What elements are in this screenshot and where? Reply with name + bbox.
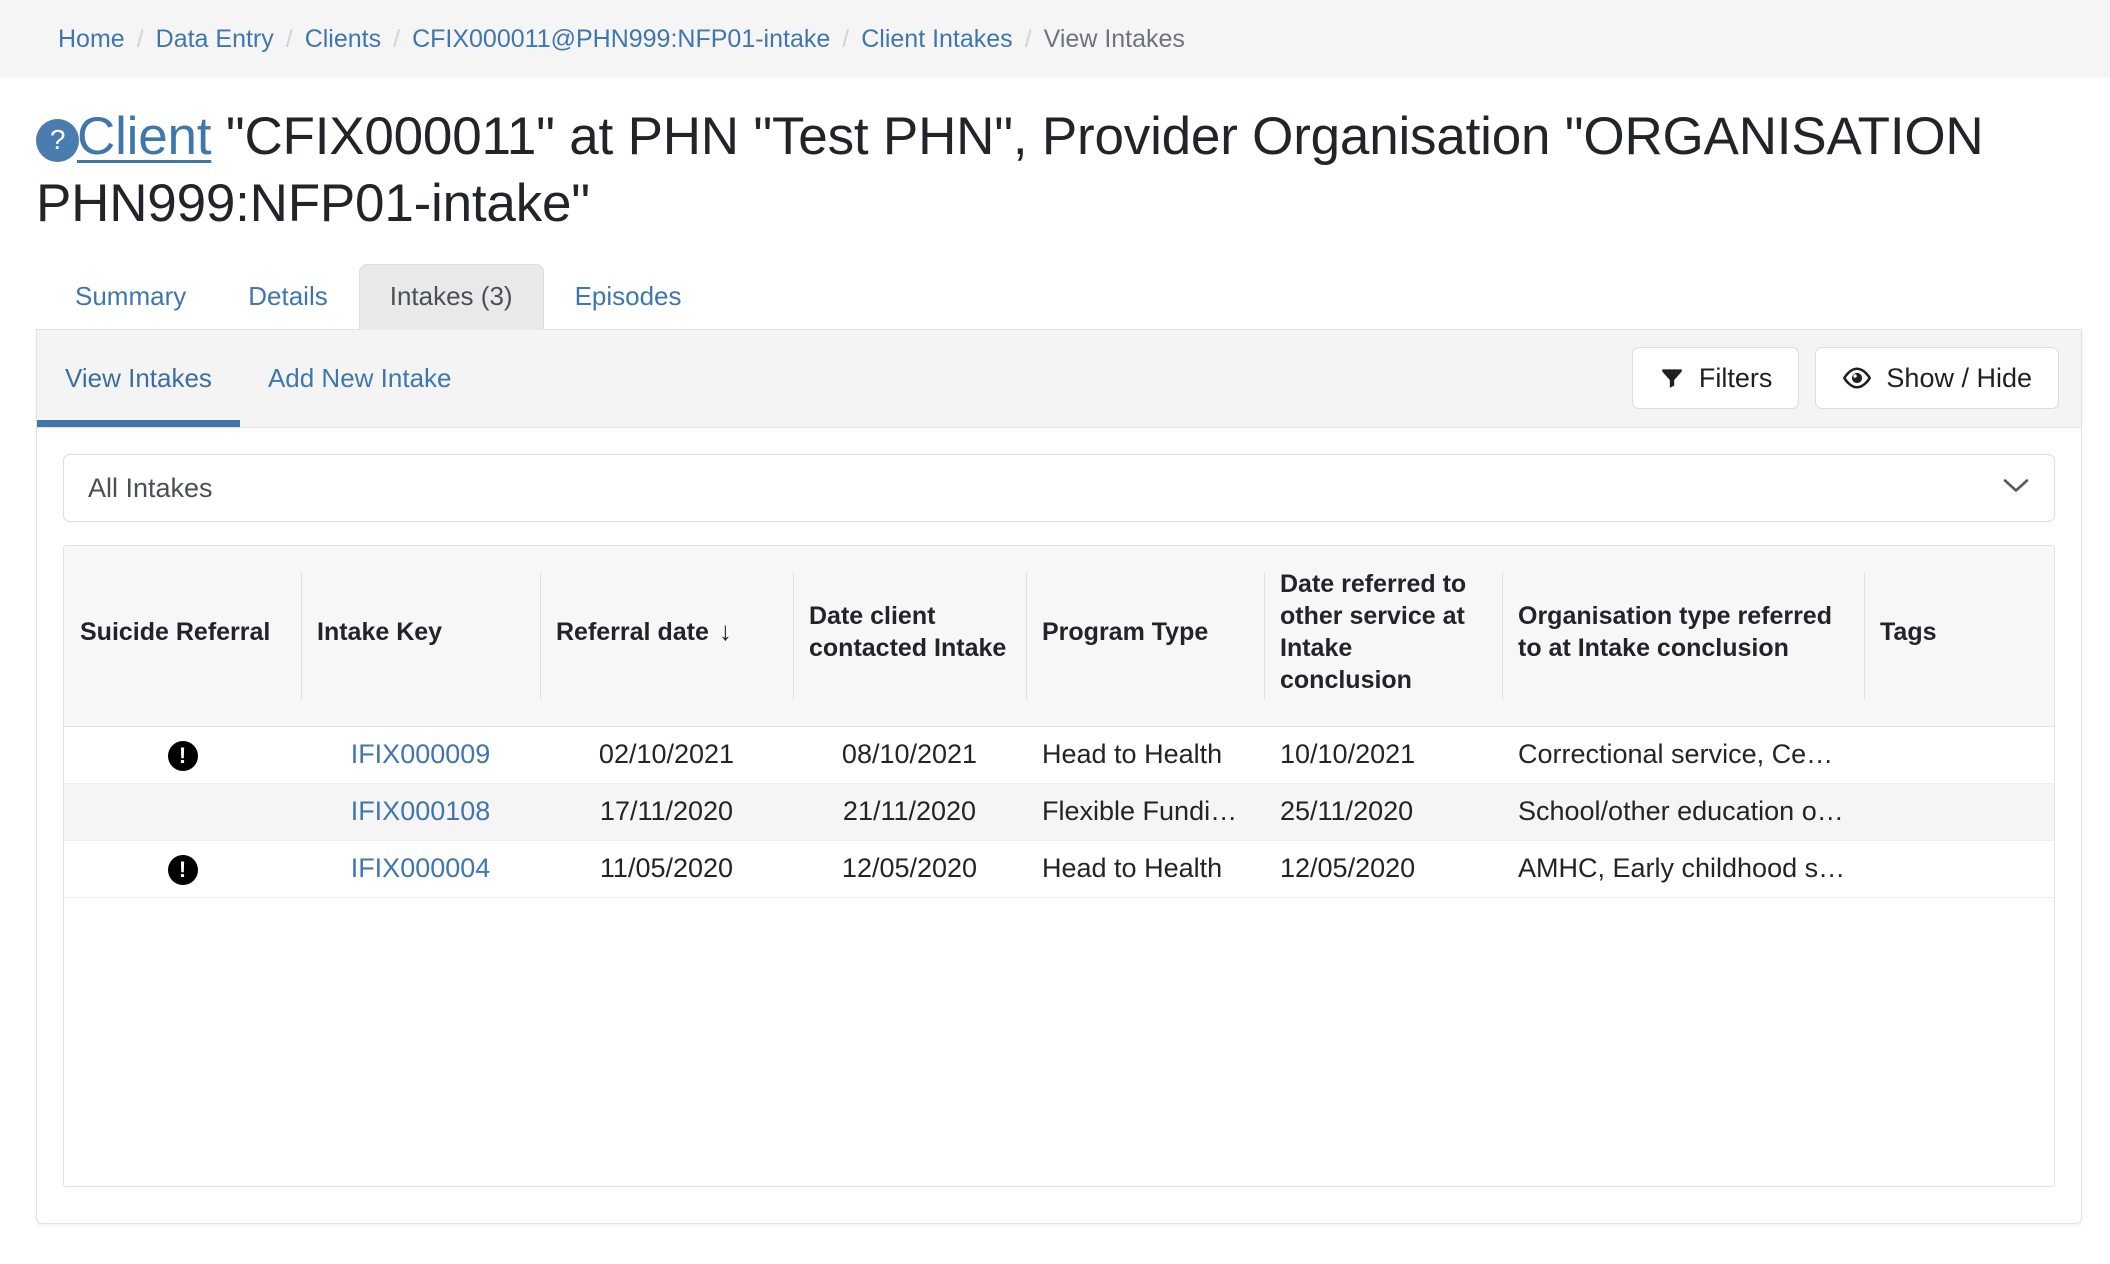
column-header-referral-date[interactable]: Referral date ↓	[540, 545, 793, 727]
column-label: Referral date	[556, 617, 709, 646]
breadcrumb-item-view-intakes: View Intakes	[1043, 24, 1185, 53]
show-hide-button[interactable]: Show / Hide	[1815, 347, 2059, 410]
intake-key-link[interactable]: IFIX000009	[351, 739, 491, 769]
client-tabs: Summary Details Intakes (3) Episodes	[0, 238, 2110, 330]
cell-tags	[1864, 783, 2054, 841]
column-header-date-client-contacted[interactable]: Date client contacted Intake	[793, 545, 1026, 727]
cell-intake-key: IFIX000009	[301, 726, 540, 784]
cell-suicide-referral	[64, 783, 301, 841]
column-label: Date client contacted Intake	[809, 601, 1007, 662]
sort-descending-icon: ↓	[718, 615, 732, 646]
intakes-table-container: Suicide Referral Intake Key Referral dat…	[63, 544, 2055, 1187]
intakes-card-body: All Intakes Suicide Referral Intake Key	[37, 428, 2081, 1187]
cell-org-type-referred: AMHC, Early childhood servi…	[1502, 840, 1864, 898]
cell-tags	[1864, 840, 2054, 898]
alert-exclamation-icon: !	[167, 854, 198, 885]
cell-suicide-referral: !	[64, 840, 301, 898]
cell-referral-date: 17/11/2020	[540, 783, 793, 841]
intakes-table-body: ! IFIX000009 02/10/2021 08/10/2021 Head …	[64, 726, 2054, 898]
breadcrumb-item-client-intakes[interactable]: Client Intakes	[861, 25, 1012, 54]
intake-key-link[interactable]: IFIX000004	[351, 853, 491, 883]
alert-exclamation-icon: !	[167, 740, 198, 771]
breadcrumb-separator: /	[285, 24, 293, 53]
tab-summary[interactable]: Summary	[44, 264, 217, 330]
card-header-actions: Filters Show / Hide	[1631, 347, 2059, 410]
tab-details[interactable]: Details	[217, 264, 358, 330]
table-header-row: Suicide Referral Intake Key Referral dat…	[64, 545, 2054, 727]
breadcrumb-separator: /	[1024, 24, 1032, 53]
column-label: Program Type	[1042, 617, 1209, 646]
cell-program-type: Flexible Funding…	[1026, 783, 1264, 841]
show-hide-button-label: Show / Hide	[1886, 362, 2032, 393]
breadcrumb-separator: /	[842, 24, 850, 53]
column-label: Intake Key	[317, 617, 443, 646]
intakes-table: Suicide Referral Intake Key Referral dat…	[64, 545, 2054, 898]
filters-button-label: Filters	[1698, 362, 1773, 393]
column-header-suicide-referral[interactable]: Suicide Referral	[64, 545, 301, 727]
cell-suicide-referral: !	[64, 726, 301, 784]
cell-org-type-referred: Correctional service, Centre…	[1502, 726, 1864, 784]
breadcrumb-separator: /	[136, 24, 144, 53]
intake-filter-wrap: All Intakes	[63, 453, 2055, 522]
column-header-program-type[interactable]: Program Type	[1026, 545, 1264, 727]
breadcrumb-item-home[interactable]: Home	[58, 25, 125, 54]
intakes-card: View Intakes Add New Intake Filters Show…	[36, 328, 2082, 1224]
table-row[interactable]: ! IFIX000004 11/05/2020 12/05/2020 Head …	[64, 840, 2054, 898]
column-header-org-type-referred[interactable]: Organisation type referred to at Intake …	[1502, 545, 1864, 727]
breadcrumb-item-client-id[interactable]: CFIX000011@PHN999:NFP01-intake	[412, 25, 830, 54]
cell-referral-date: 02/10/2021	[540, 726, 793, 784]
intakes-card-header: View Intakes Add New Intake Filters Show…	[37, 329, 2081, 428]
cell-org-type-referred: School/other education or t…	[1502, 783, 1864, 841]
table-row[interactable]: ! IFIX000009 02/10/2021 08/10/2021 Head …	[64, 726, 2054, 784]
breadcrumb: Home / Data Entry / Clients / CFIX000011…	[0, 0, 2110, 78]
column-header-tags[interactable]: Tags	[1864, 545, 2054, 727]
intake-subtabs: View Intakes Add New Intake	[37, 330, 480, 427]
eye-icon	[1842, 365, 1872, 391]
breadcrumb-item-data-entry[interactable]: Data Entry	[156, 25, 274, 54]
subtab-view-intakes[interactable]: View Intakes	[37, 330, 240, 427]
funnel-icon	[1659, 365, 1685, 391]
cell-date-client-contacted: 08/10/2021	[793, 726, 1026, 784]
column-label: Organisation type referred to at Intake …	[1518, 601, 1832, 662]
column-header-date-referred-other-service[interactable]: Date referred to other service at Intake…	[1264, 545, 1502, 727]
tab-intakes[interactable]: Intakes (3)	[358, 263, 544, 330]
filters-button[interactable]: Filters	[1631, 347, 1800, 410]
page-title-text: "CFIX000011" at PHN "Test PHN", Provider…	[36, 107, 1984, 233]
intake-filter-select[interactable]: All Intakes	[63, 453, 2055, 522]
column-label: Tags	[1880, 617, 1937, 646]
column-label: Suicide Referral	[80, 617, 271, 646]
cell-date-client-contacted: 12/05/2020	[793, 840, 1026, 898]
cell-program-type: Head to Health	[1026, 726, 1264, 784]
tab-episodes[interactable]: Episodes	[544, 264, 713, 330]
client-link[interactable]: Client	[77, 107, 212, 166]
cell-date-client-contacted: 21/11/2020	[793, 783, 1026, 841]
cell-intake-key: IFIX000004	[301, 840, 540, 898]
cell-date-referred-other: 25/11/2020	[1264, 783, 1502, 841]
page-title: ? Client "CFIX000011" at PHN "Test PHN", …	[0, 78, 2110, 238]
table-row[interactable]: IFIX000108 17/11/2020 21/11/2020 Flexibl…	[64, 783, 2054, 841]
subtab-add-new-intake[interactable]: Add New Intake	[240, 330, 480, 427]
cell-referral-date: 11/05/2020	[540, 840, 793, 898]
breadcrumb-item-clients[interactable]: Clients	[305, 25, 381, 54]
cell-intake-key: IFIX000108	[301, 783, 540, 841]
column-header-intake-key[interactable]: Intake Key	[301, 545, 540, 727]
cell-date-referred-other: 10/10/2021	[1264, 726, 1502, 784]
intakes-table-head: Suicide Referral Intake Key Referral dat…	[64, 545, 2054, 727]
intake-key-link[interactable]: IFIX000108	[351, 796, 491, 826]
cell-date-referred-other: 12/05/2020	[1264, 840, 1502, 898]
breadcrumb-separator: /	[393, 24, 401, 53]
cell-tags	[1864, 726, 2054, 784]
question-mark-icon[interactable]: ?	[36, 118, 79, 162]
column-label: Date referred to other service at Intake…	[1280, 569, 1467, 694]
cell-program-type: Head to Health	[1026, 840, 1264, 898]
